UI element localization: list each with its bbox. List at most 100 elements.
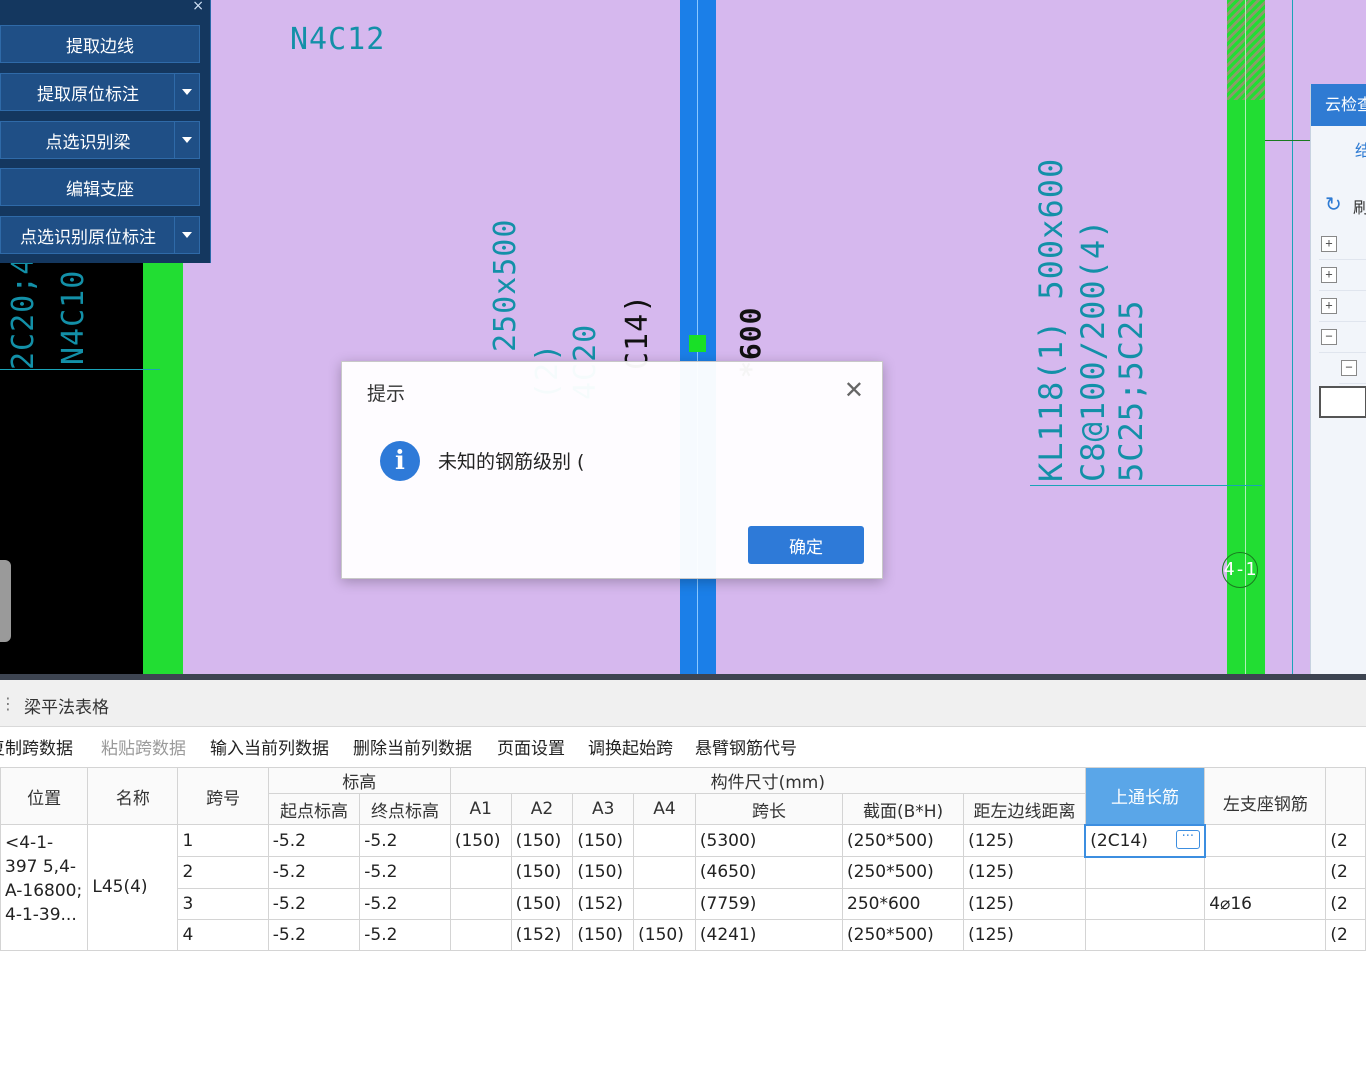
- cell-start-elev[interactable]: -5.2: [267, 918, 361, 951]
- tree-item[interactable]: −: [1319, 322, 1366, 353]
- cell-section[interactable]: (250*500): [842, 918, 965, 951]
- tree-item[interactable]: +: [1319, 260, 1366, 291]
- collapse-icon[interactable]: −: [1341, 360, 1357, 376]
- pick-beam-button[interactable]: 点选识别梁: [0, 121, 200, 159]
- cell-top-bar-active[interactable]: (2C14) ···: [1084, 823, 1206, 858]
- table-row[interactable]: 3 -5.2 -5.2 (150) (152) (7759) 250*600 (…: [1, 887, 1366, 920]
- cell-a3[interactable]: (150): [572, 856, 635, 889]
- delete-column-button[interactable]: 删除当前列数据: [353, 734, 472, 759]
- header-a3[interactable]: A3: [572, 793, 635, 825]
- cell-a1[interactable]: (150): [449, 824, 512, 857]
- cell-end-elev[interactable]: -5.2: [359, 856, 451, 889]
- cell-span-length[interactable]: (4650): [694, 856, 844, 889]
- cell-left-support[interactable]: [1204, 824, 1327, 857]
- header-next[interactable]: [1325, 767, 1366, 825]
- more-icon[interactable]: ···: [1175, 829, 1200, 849]
- refresh-label[interactable]: 刷: [1353, 194, 1366, 218]
- cell-next[interactable]: (2: [1325, 918, 1366, 951]
- cell-end-elev[interactable]: -5.2: [359, 918, 451, 951]
- header-a4[interactable]: A4: [633, 793, 696, 825]
- tree-input[interactable]: [1319, 386, 1366, 418]
- expand-icon[interactable]: +: [1321, 236, 1337, 252]
- cell-left-support[interactable]: 4⌀16: [1204, 887, 1327, 920]
- chevron-down-icon[interactable]: [174, 74, 199, 110]
- edit-support-button[interactable]: 编辑支座: [0, 168, 200, 206]
- cell-a1[interactable]: [449, 856, 512, 889]
- header-start-elev[interactable]: 起点标高: [267, 793, 361, 825]
- header-left-distance[interactable]: 距左边线距离: [963, 793, 1086, 825]
- cell-a4[interactable]: [633, 887, 696, 920]
- swap-start-button[interactable]: 调换起始跨: [588, 734, 673, 759]
- tree-item[interactable]: −: [1339, 353, 1366, 384]
- cell-a2[interactable]: (152): [510, 918, 574, 951]
- cell-left-support[interactable]: [1204, 918, 1327, 951]
- header-dimensions[interactable]: 构件尺寸(mm): [449, 767, 1086, 794]
- expand-icon[interactable]: +: [1321, 298, 1337, 314]
- cell-end-elev[interactable]: -5.2: [359, 824, 451, 857]
- cell-start-elev[interactable]: -5.2: [267, 824, 361, 857]
- cell-a1[interactable]: [449, 887, 512, 920]
- cell-span-length[interactable]: (4241): [694, 918, 844, 951]
- header-elevation[interactable]: 标高: [267, 767, 451, 794]
- tree-item[interactable]: +: [1319, 291, 1366, 322]
- cantilever-code-button[interactable]: 悬臂钢筋代号: [695, 734, 797, 759]
- cell-span-length[interactable]: (5300): [694, 824, 844, 857]
- cell-next[interactable]: (2: [1325, 887, 1366, 920]
- ok-button[interactable]: 确定: [748, 526, 864, 564]
- cell-next[interactable]: (2: [1325, 856, 1366, 889]
- cell-left-distance[interactable]: (125): [963, 824, 1086, 857]
- refresh-icon[interactable]: ↻: [1325, 192, 1342, 216]
- header-span-length[interactable]: 跨长: [694, 793, 844, 825]
- page-setup-button[interactable]: 页面设置: [497, 734, 565, 759]
- input-column-button[interactable]: 输入当前列数据: [210, 734, 329, 759]
- cell-name[interactable]: L45(4): [87, 824, 179, 951]
- cell-section[interactable]: (250*500): [842, 856, 965, 889]
- cell-top-bar[interactable]: [1084, 918, 1206, 951]
- panel-tab[interactable]: 结: [1311, 126, 1366, 176]
- extract-edge-button[interactable]: 提取边线: [0, 25, 200, 63]
- header-span[interactable]: 跨号: [177, 767, 269, 825]
- pick-annotation-button[interactable]: 点选识别原位标注: [0, 216, 200, 254]
- cell-left-distance[interactable]: (125): [963, 887, 1086, 920]
- cell-span[interactable]: 4: [177, 918, 269, 951]
- header-name[interactable]: 名称: [87, 767, 179, 825]
- header-position[interactable]: 位置: [0, 767, 89, 825]
- cell-a2[interactable]: (150): [510, 824, 574, 857]
- side-collapse-handle[interactable]: [0, 560, 11, 642]
- cell-start-elev[interactable]: -5.2: [267, 887, 361, 920]
- tree-item[interactable]: +: [1319, 229, 1366, 260]
- cell-a2[interactable]: (150): [510, 887, 574, 920]
- cell-span[interactable]: 1: [177, 824, 269, 857]
- cell-section[interactable]: (250*500): [842, 824, 965, 857]
- grip-point[interactable]: [689, 335, 706, 352]
- expand-icon[interactable]: +: [1321, 267, 1337, 283]
- cell-end-elev[interactable]: -5.2: [359, 887, 451, 920]
- cell-top-bar[interactable]: [1084, 887, 1206, 920]
- close-icon[interactable]: ✕: [844, 376, 864, 404]
- cell-position[interactable]: <4-1-397 5,4-A-16800; 4-1-39...: [0, 824, 89, 951]
- cell-a3[interactable]: (150): [572, 918, 635, 951]
- cell-a1[interactable]: [449, 918, 512, 951]
- chevron-down-icon[interactable]: [174, 217, 199, 253]
- table-row[interactable]: 4 -5.2 -5.2 (152) (150) (150) (4241) (25…: [1, 918, 1366, 951]
- extract-annotation-button[interactable]: 提取原位标注: [0, 73, 200, 111]
- cell-left-support[interactable]: [1204, 856, 1327, 889]
- cell-a3[interactable]: (150): [572, 824, 635, 857]
- cell-span-length[interactable]: (7759): [694, 887, 844, 920]
- header-a1[interactable]: A1: [449, 793, 512, 825]
- close-icon[interactable]: ×: [192, 0, 204, 14]
- cell-span[interactable]: 3: [177, 887, 269, 920]
- table-row[interactable]: <4-1-397 5,4-A-16800; 4-1-39... L45(4) 1…: [0, 823, 1366, 951]
- header-section[interactable]: 截面(B*H): [842, 793, 965, 825]
- cell-top-bar[interactable]: [1084, 856, 1206, 889]
- chevron-down-icon[interactable]: [174, 122, 199, 158]
- cell-next[interactable]: (2: [1325, 824, 1366, 857]
- cell-a2[interactable]: (150): [510, 856, 574, 889]
- header-a2[interactable]: A2: [510, 793, 574, 825]
- cell-span[interactable]: 2: [177, 856, 269, 889]
- header-top-bar[interactable]: 上通长筋: [1084, 767, 1206, 825]
- cell-a4[interactable]: (150): [633, 918, 696, 951]
- cell-start-elev[interactable]: -5.2: [267, 856, 361, 889]
- cell-left-distance[interactable]: (125): [963, 918, 1086, 951]
- table-row[interactable]: 2 -5.2 -5.2 (150) (150) (4650) (250*500)…: [1, 856, 1366, 889]
